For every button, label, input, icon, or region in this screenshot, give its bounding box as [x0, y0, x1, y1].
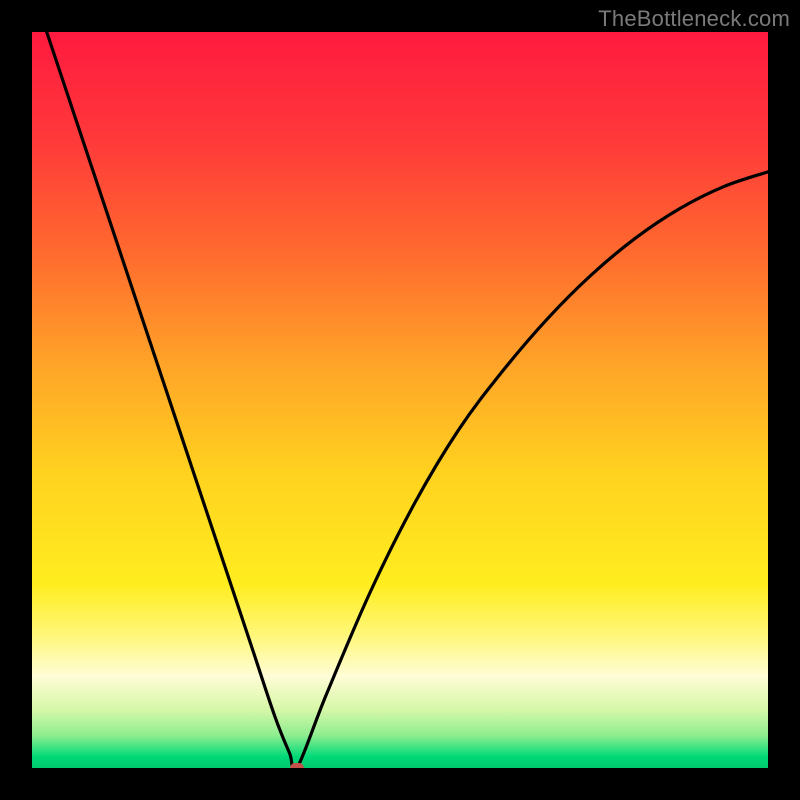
bottleneck-curve [32, 32, 768, 768]
watermark-text: TheBottleneck.com [598, 6, 790, 32]
chart-frame: TheBottleneck.com [0, 0, 800, 800]
plot-area [32, 32, 768, 768]
bottleneck-marker [290, 763, 304, 768]
